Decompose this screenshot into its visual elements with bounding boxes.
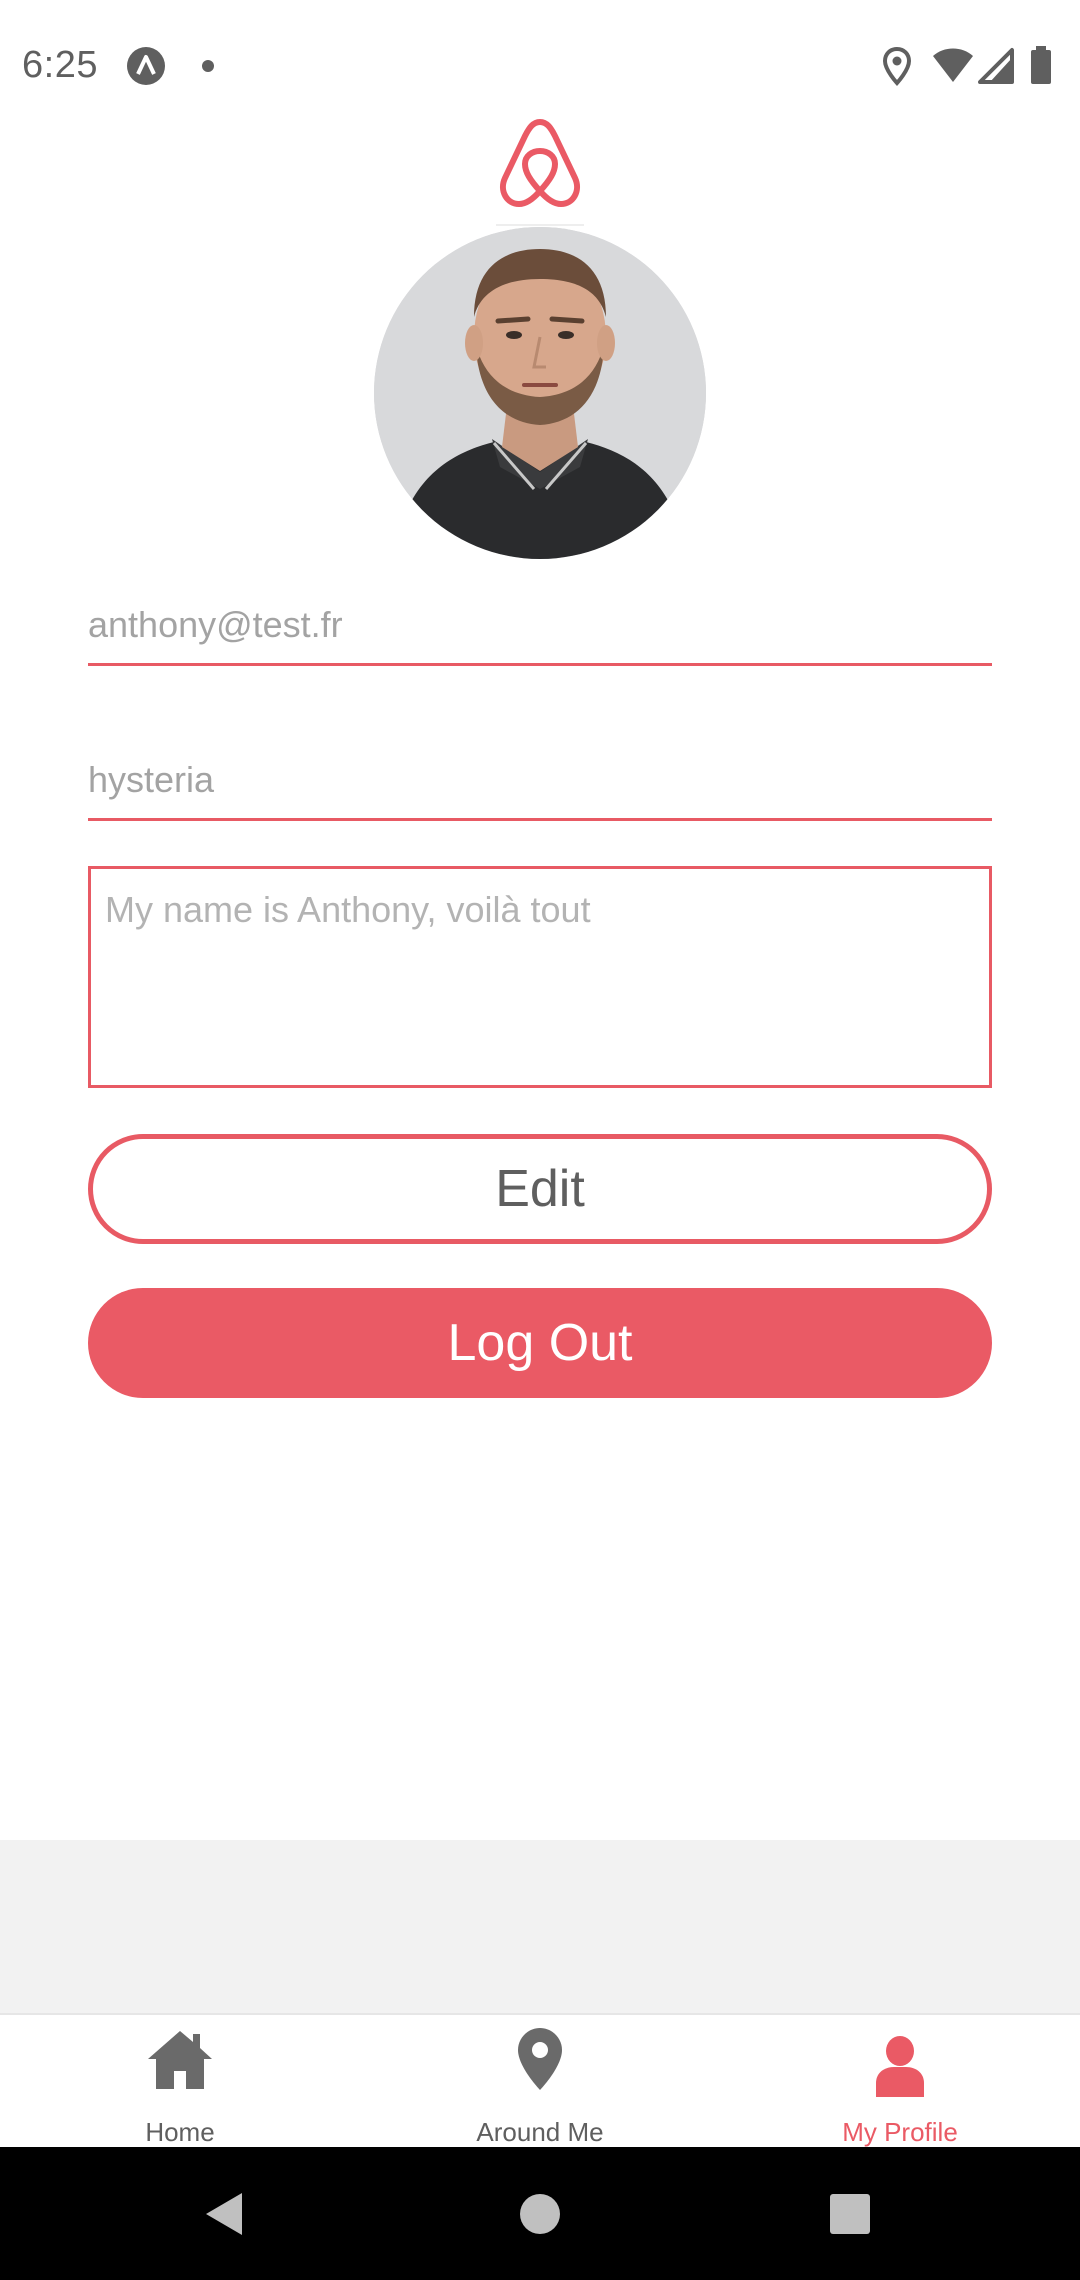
logout-button[interactable]: Log Out	[88, 1288, 992, 1398]
home-icon	[148, 2031, 212, 2089]
bottom-tab-bar: Home Around Me My Profile	[0, 2013, 1080, 2147]
profile-photo	[374, 227, 706, 559]
header-divider	[496, 224, 584, 226]
person-icon	[876, 2036, 924, 2097]
back-icon[interactable]	[200, 2189, 250, 2239]
wifi-icon	[933, 48, 973, 82]
tab-my-profile[interactable]: My Profile	[720, 2015, 1080, 2147]
email-field[interactable]	[88, 586, 992, 666]
profile-screen: 6:25 anthony@test.fr hysteria My name is…	[0, 0, 1080, 2280]
edit-button[interactable]: Edit	[88, 1134, 992, 1244]
signal-icon	[978, 48, 1014, 84]
notification-dot-icon	[202, 60, 214, 72]
status-time: 6:25	[22, 44, 98, 86]
tab-my-profile-label: My Profile	[842, 2117, 958, 2147]
tab-around-me[interactable]: Around Me	[360, 2015, 720, 2147]
tab-home[interactable]: Home	[0, 2015, 360, 2147]
avatar	[374, 227, 706, 559]
airbnb-logo-icon	[499, 119, 581, 207]
recents-icon[interactable]	[825, 2189, 875, 2239]
tab-around-me-label: Around Me	[476, 2117, 604, 2147]
app-notification-icon	[127, 47, 165, 85]
home-circle-icon[interactable]	[515, 2189, 565, 2239]
location-icon	[882, 46, 912, 86]
content-bottom-area	[0, 1840, 1080, 2013]
username-field[interactable]	[88, 741, 992, 821]
system-navigation-bar	[0, 2147, 1080, 2280]
status-icons	[882, 46, 1062, 86]
battery-icon	[1031, 46, 1051, 84]
status-bar: 6:25	[0, 0, 1080, 120]
tab-home-label: Home	[145, 2117, 215, 2147]
map-pin-icon	[518, 2028, 562, 2090]
description-textarea[interactable]: My name is Anthony, voilà tout	[88, 866, 992, 1088]
